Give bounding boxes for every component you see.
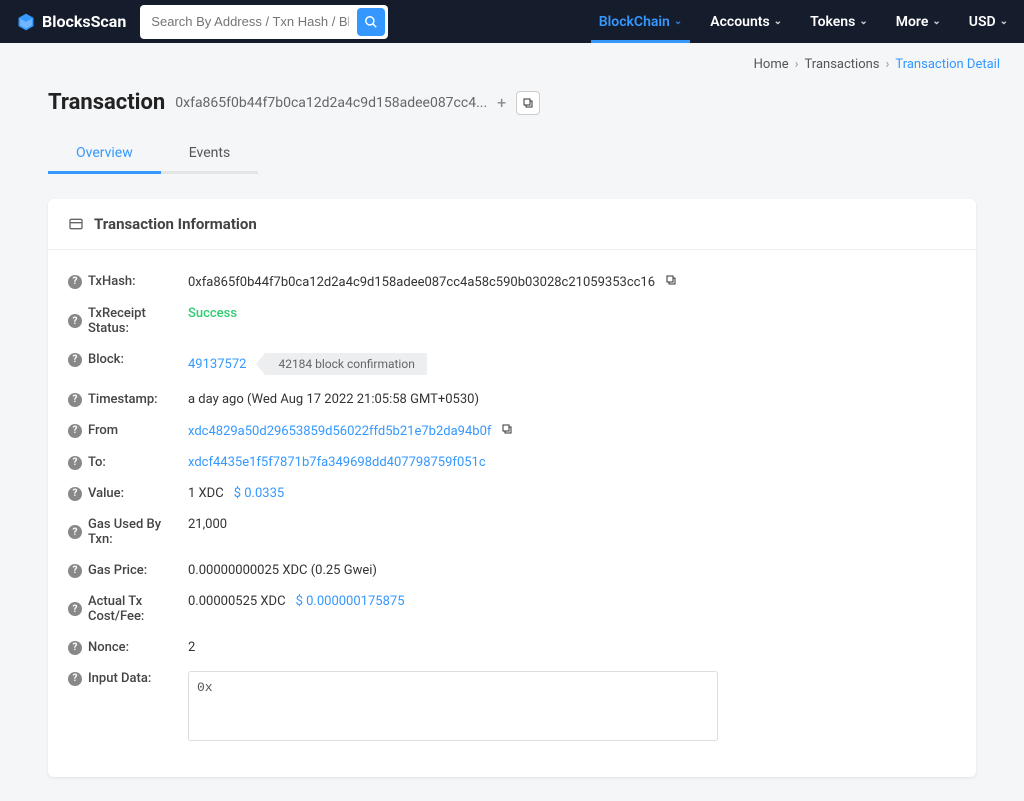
help-icon[interactable]: ? <box>68 564 82 578</box>
help-icon[interactable]: ? <box>68 641 82 655</box>
search-button[interactable] <box>357 8 385 36</box>
cost-usd: $ 0.000000175875 <box>296 594 405 609</box>
copy-hash-button[interactable] <box>516 91 540 115</box>
add-button[interactable]: + <box>497 93 506 112</box>
help-icon[interactable]: ? <box>68 672 82 686</box>
value-usd: $ 0.0335 <box>234 486 285 501</box>
logo-icon <box>16 12 36 32</box>
tab-overview[interactable]: Overview <box>48 135 161 174</box>
breadcrumb-current: Transaction Detail <box>895 57 1000 72</box>
breadcrumb: Home › Transactions › Transaction Detail <box>0 43 1024 86</box>
copy-txhash-button[interactable] <box>665 274 677 290</box>
field-gas-used: ?Gas Used By Txn: 21,000 <box>68 509 956 555</box>
to-address-link[interactable]: xdcf4435e1f5f7871b7fa349698dd407798759f0… <box>188 455 486 470</box>
help-icon[interactable]: ? <box>68 487 82 501</box>
receipt-status: Success <box>188 306 237 321</box>
page-title: Transaction <box>48 90 165 115</box>
field-receipt: ?TxReceipt Status: Success <box>68 298 956 344</box>
field-cost: ?Actual Tx Cost/Fee: 0.00000525 XDC $ 0.… <box>68 586 956 632</box>
search-icon <box>364 15 378 29</box>
value-amount: 1 XDC <box>188 486 224 501</box>
help-icon[interactable]: ? <box>68 393 82 407</box>
page-title-row: Transaction 0xfa865f0b44f7b0ca12d2a4c9d1… <box>0 86 1024 135</box>
nav-blockchain[interactable]: BlockChain⌄ <box>599 0 682 43</box>
breadcrumb-home[interactable]: Home <box>754 57 789 72</box>
input-data-textarea[interactable] <box>188 671 718 741</box>
field-input: ?Input Data: <box>68 663 956 749</box>
field-timestamp: ?Timestamp: a day ago (Wed Aug 17 2022 2… <box>68 384 956 415</box>
field-gas-price: ?Gas Price: 0.00000000025 XDC (0.25 Gwei… <box>68 555 956 586</box>
txhash-value: 0xfa865f0b44f7b0ca12d2a4c9d158adee087cc4… <box>188 275 655 290</box>
field-from: ?From xdc4829a50d29653859d56022ffd5b21e7… <box>68 415 956 447</box>
nav-accounts[interactable]: Accounts⌄ <box>710 0 782 43</box>
chevron-down-icon: ⌄ <box>774 16 782 27</box>
field-to: ?To: xdcf4435e1f5f7871b7fa349698dd407798… <box>68 447 956 478</box>
search-bar <box>140 5 388 39</box>
nav-currency[interactable]: USD⌄ <box>969 0 1008 43</box>
main-nav: BlockChain⌄ Accounts⌄ Tokens⌄ More⌄ USD⌄ <box>599 0 1008 43</box>
title-hash: 0xfa865f0b44f7b0ca12d2a4c9d158adee087cc4… <box>175 95 487 111</box>
nav-tokens[interactable]: Tokens⌄ <box>810 0 868 43</box>
search-input[interactable] <box>143 8 357 35</box>
gas-price-value: 0.00000000025 XDC (0.25 Gwei) <box>188 563 377 578</box>
info-card-icon <box>68 216 84 232</box>
breadcrumb-separator: › <box>886 57 890 72</box>
logo[interactable]: BlocksScan <box>16 12 126 32</box>
help-icon[interactable]: ? <box>68 456 82 470</box>
gas-used-value: 21,000 <box>188 517 227 532</box>
help-icon[interactable]: ? <box>68 353 82 367</box>
breadcrumb-transactions[interactable]: Transactions <box>805 57 880 72</box>
card-heading: Transaction Information <box>94 215 257 233</box>
field-value: ?Value: 1 XDC $ 0.0335 <box>68 478 956 509</box>
chevron-down-icon: ⌄ <box>859 16 867 27</box>
field-block: ?Block: 49137572 42184 block confirmatio… <box>68 344 956 384</box>
breadcrumb-separator: › <box>795 57 799 72</box>
field-nonce: ?Nonce: 2 <box>68 632 956 663</box>
help-icon[interactable]: ? <box>68 275 82 289</box>
field-txhash: ?TxHash: 0xfa865f0b44f7b0ca12d2a4c9d158a… <box>68 266 956 298</box>
nonce-value: 2 <box>188 640 195 655</box>
block-link[interactable]: 49137572 <box>188 357 246 372</box>
copy-from-button[interactable] <box>501 423 513 439</box>
block-confirmation-chip: 42184 block confirmation <box>256 352 426 376</box>
timestamp-value: a day ago (Wed Aug 17 2022 21:05:58 GMT+… <box>188 392 479 407</box>
chevron-down-icon: ⌄ <box>932 16 940 27</box>
help-icon[interactable]: ? <box>68 424 82 438</box>
help-icon[interactable]: ? <box>68 602 82 616</box>
tab-events[interactable]: Events <box>161 135 258 174</box>
from-address-link[interactable]: xdc4829a50d29653859d56022ffd5b21e7b2da94… <box>188 424 491 439</box>
cost-value: 0.00000525 XDC <box>188 594 286 609</box>
help-icon[interactable]: ? <box>68 314 82 328</box>
copy-icon <box>501 423 513 435</box>
copy-icon <box>665 274 677 286</box>
chevron-down-icon: ⌄ <box>674 16 682 27</box>
chevron-down-icon: ⌄ <box>1000 16 1008 27</box>
tabs: Overview Events <box>0 135 1024 175</box>
nav-more[interactable]: More⌄ <box>896 0 941 43</box>
brand-name: BlocksScan <box>42 12 126 31</box>
help-icon[interactable]: ? <box>68 525 82 539</box>
transaction-info-card: Transaction Information ?TxHash: 0xfa865… <box>48 199 976 777</box>
copy-icon <box>522 97 534 109</box>
card-header: Transaction Information <box>48 199 976 250</box>
